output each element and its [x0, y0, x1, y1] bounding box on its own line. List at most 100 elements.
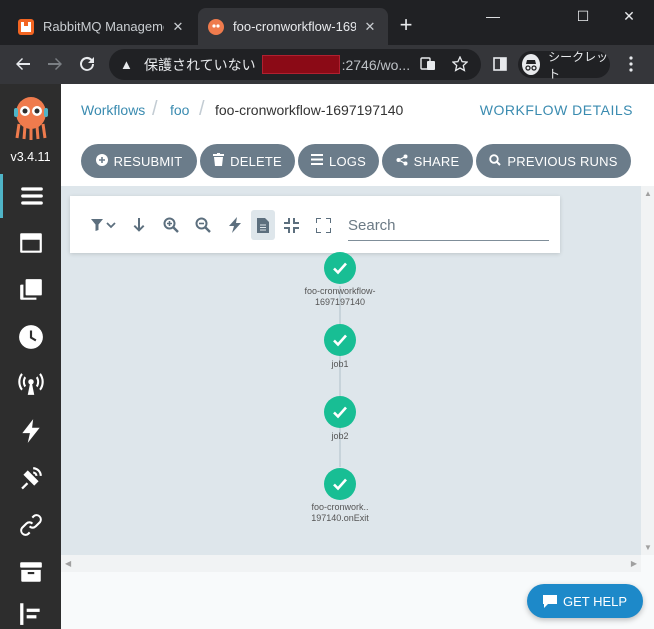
get-help-label: GET HELP — [562, 593, 628, 609]
argo-page: v3.4.11 Workflows / foo / foo-cronworkfl… — [0, 84, 654, 629]
redacted-host — [261, 55, 340, 74]
bookmark-star-icon[interactable] — [451, 55, 469, 75]
bars-icon — [311, 154, 324, 168]
node-job2[interactable] — [324, 396, 356, 428]
scroll-right-icon[interactable]: ▶ — [631, 559, 637, 568]
workflows-icon — [21, 187, 43, 205]
breadcrumb-namespace[interactable]: foo — [170, 102, 189, 118]
incognito-label: シークレット — [548, 49, 609, 81]
archive-icon — [19, 562, 42, 582]
tab-close-icon[interactable]: ✕ — [170, 19, 186, 35]
share-icon — [396, 154, 408, 169]
back-icon[interactable] — [10, 51, 36, 77]
node-onexit[interactable] — [324, 468, 356, 500]
resubmit-button[interactable]: RESUBMIT — [81, 144, 197, 178]
forward-icon[interactable] — [42, 51, 68, 77]
tab-close-icon[interactable]: ✕ — [362, 19, 378, 35]
sidepanel-icon[interactable] — [487, 51, 513, 77]
translate-icon[interactable] — [420, 56, 436, 75]
minimize-icon[interactable]: — — [470, 4, 516, 28]
menu-kebab-icon[interactable] — [618, 51, 644, 77]
logs-button[interactable]: LOGS — [298, 144, 379, 178]
node-label: foo-cronwork.. 197140.onExit — [311, 502, 369, 523]
expand-icon[interactable] — [311, 210, 335, 240]
filter-icon[interactable] — [88, 210, 120, 240]
node-label: job1 — [331, 359, 349, 369]
breadcrumb-workflows[interactable]: Workflows — [81, 102, 145, 118]
zoom-in-icon[interactable] — [159, 210, 183, 240]
title-bar: RabbitMQ Manageme ✕ foo-cronworkflow-169… — [0, 0, 654, 45]
tab-rabbitmq[interactable]: RabbitMQ Manageme ✕ — [8, 8, 196, 45]
warning-icon: ▲ — [120, 57, 133, 72]
browser-window: RabbitMQ Manageme ✕ foo-cronworkflow-169… — [0, 0, 654, 629]
satellite-icon — [20, 467, 42, 490]
close-window-icon[interactable]: ✕ — [606, 4, 652, 28]
arrow-down-icon[interactable] — [127, 210, 151, 240]
node-job1[interactable] — [324, 324, 356, 356]
node-label: job2 — [331, 431, 349, 441]
window-icon — [19, 233, 42, 253]
graph-search-input[interactable] — [348, 210, 549, 241]
nav-cron-workflows[interactable] — [0, 315, 61, 359]
check-icon — [333, 478, 347, 491]
clone-icon — [19, 279, 42, 300]
bolt-icon — [21, 419, 40, 443]
bolt-icon[interactable] — [223, 210, 247, 240]
scroll-up-icon[interactable]: ▲ — [644, 189, 652, 198]
argo-logo-icon[interactable] — [11, 94, 51, 140]
nav-event-flow[interactable] — [0, 456, 61, 500]
node-label: foo-cronworkflow- 1697197140 — [304, 286, 376, 307]
check-icon — [333, 334, 347, 347]
search-icon — [489, 153, 502, 169]
breadcrumb-current: foo-cronworkflow-1697197140 — [215, 102, 404, 118]
security-text: 保護されていない — [144, 56, 256, 73]
get-help-button[interactable]: GET HELP — [527, 584, 643, 618]
nav-cluster-templates[interactable] — [0, 268, 61, 312]
new-tab-icon[interactable]: + — [394, 14, 418, 38]
check-icon — [333, 262, 347, 275]
vertical-scrollbar[interactable]: ▲ ▼ — [641, 186, 654, 555]
incognito-badge[interactable]: シークレット — [518, 50, 610, 81]
logs-label: LOGS — [329, 153, 366, 169]
url-text: :2746/wo... — [341, 56, 411, 73]
nav-workflow-templates[interactable] — [0, 221, 61, 265]
browser-toolbar: ▲ 保護されていない :2746/wo... シークレット — [0, 45, 654, 84]
delete-button[interactable]: DELETE — [200, 144, 295, 178]
nav-api-docs[interactable] — [0, 503, 61, 547]
previous-runs-button[interactable]: PREVIOUS RUNS — [476, 144, 631, 178]
maximize-icon[interactable]: ☐ — [560, 4, 606, 28]
action-bar: RESUBMIT DELETE LOGS SHARE PREVIOUS RUNS — [61, 136, 654, 186]
breadcrumb-separator: / — [199, 98, 205, 120]
incognito-icon — [522, 54, 541, 75]
plus-circle-icon — [95, 153, 108, 169]
nav-event-sources[interactable] — [0, 362, 61, 406]
version-label: v3.4.11 — [10, 150, 51, 164]
nav-archived[interactable] — [0, 550, 61, 594]
trash-icon — [213, 153, 225, 169]
tab-title: foo-cronworkflow-169 — [233, 19, 356, 34]
zoom-out-icon[interactable] — [191, 210, 215, 240]
reload-icon[interactable] — [74, 51, 100, 77]
horizontal-scrollbar[interactable]: ◀ ▶ — [61, 555, 641, 572]
left-nav: v3.4.11 — [0, 84, 61, 629]
scroll-down-icon[interactable]: ▼ — [644, 543, 652, 552]
document-icon[interactable] — [251, 210, 275, 240]
compress-icon[interactable] — [279, 210, 303, 240]
page-title: WORKFLOW DETAILS — [479, 102, 633, 118]
broadcast-icon — [17, 373, 44, 395]
tab-title: RabbitMQ Manageme — [43, 19, 164, 34]
node-root[interactable] — [324, 252, 356, 284]
link-icon — [19, 514, 42, 536]
breadcrumb-separator: / — [152, 98, 158, 120]
graph-toolbar — [70, 196, 560, 253]
nav-sensors[interactable] — [0, 409, 61, 453]
delete-label: DELETE — [230, 153, 282, 169]
rabbitmq-favicon-icon — [18, 18, 34, 35]
address-bar[interactable]: ▲ 保護されていない :2746/wo... — [109, 49, 481, 80]
scroll-left-icon[interactable]: ◀ — [65, 559, 71, 568]
nav-workflows[interactable] — [0, 174, 61, 218]
workflow-graph[interactable]: foo-cronworkflow-1697197140 job1 job2 — [61, 186, 641, 555]
share-button[interactable]: SHARE — [382, 144, 473, 178]
nav-reports[interactable] — [0, 597, 61, 629]
tab-workflow[interactable]: foo-cronworkflow-169 ✕ — [198, 8, 388, 45]
